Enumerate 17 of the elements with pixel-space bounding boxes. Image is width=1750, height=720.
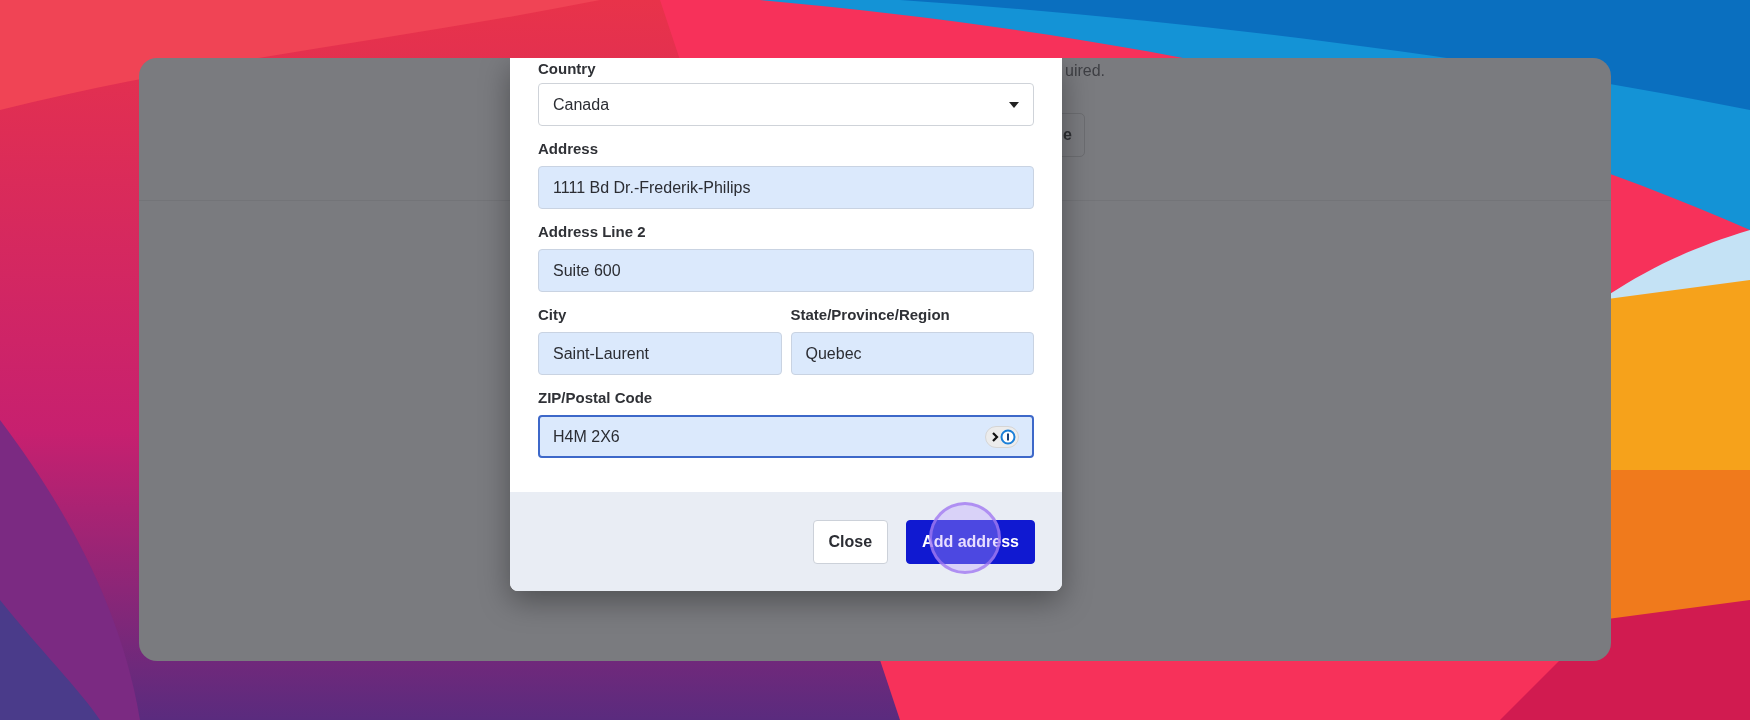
input-field[interactable]: H4M 2X6 bbox=[538, 415, 1034, 458]
input-field[interactable]: Saint-Laurent bbox=[538, 332, 782, 375]
field-label: ZIP/Postal Code bbox=[538, 389, 654, 407]
field-label: Address Line 2 bbox=[538, 223, 647, 241]
field-label: City bbox=[538, 306, 568, 324]
add-address-button[interactable]: Add address bbox=[906, 519, 1035, 564]
input-field[interactable]: Quebec bbox=[790, 332, 1034, 375]
help-text: uired. bbox=[1065, 62, 1106, 80]
field-label: Address bbox=[538, 140, 600, 158]
input-field[interactable]: 1111 Bd Dr.-Frederik-Philips bbox=[538, 166, 1034, 209]
caret-icon bbox=[1009, 101, 1019, 108]
autofill-icon[interactable] bbox=[985, 425, 1019, 448]
input-field[interactable]: Suite 600 bbox=[538, 249, 1034, 292]
country-dropdown[interactable]: Canada bbox=[538, 83, 1034, 126]
field-label: Country bbox=[538, 60, 597, 78]
close-button[interactable]: Close bbox=[812, 519, 889, 564]
field-label: State/Province/Region bbox=[790, 306, 951, 324]
